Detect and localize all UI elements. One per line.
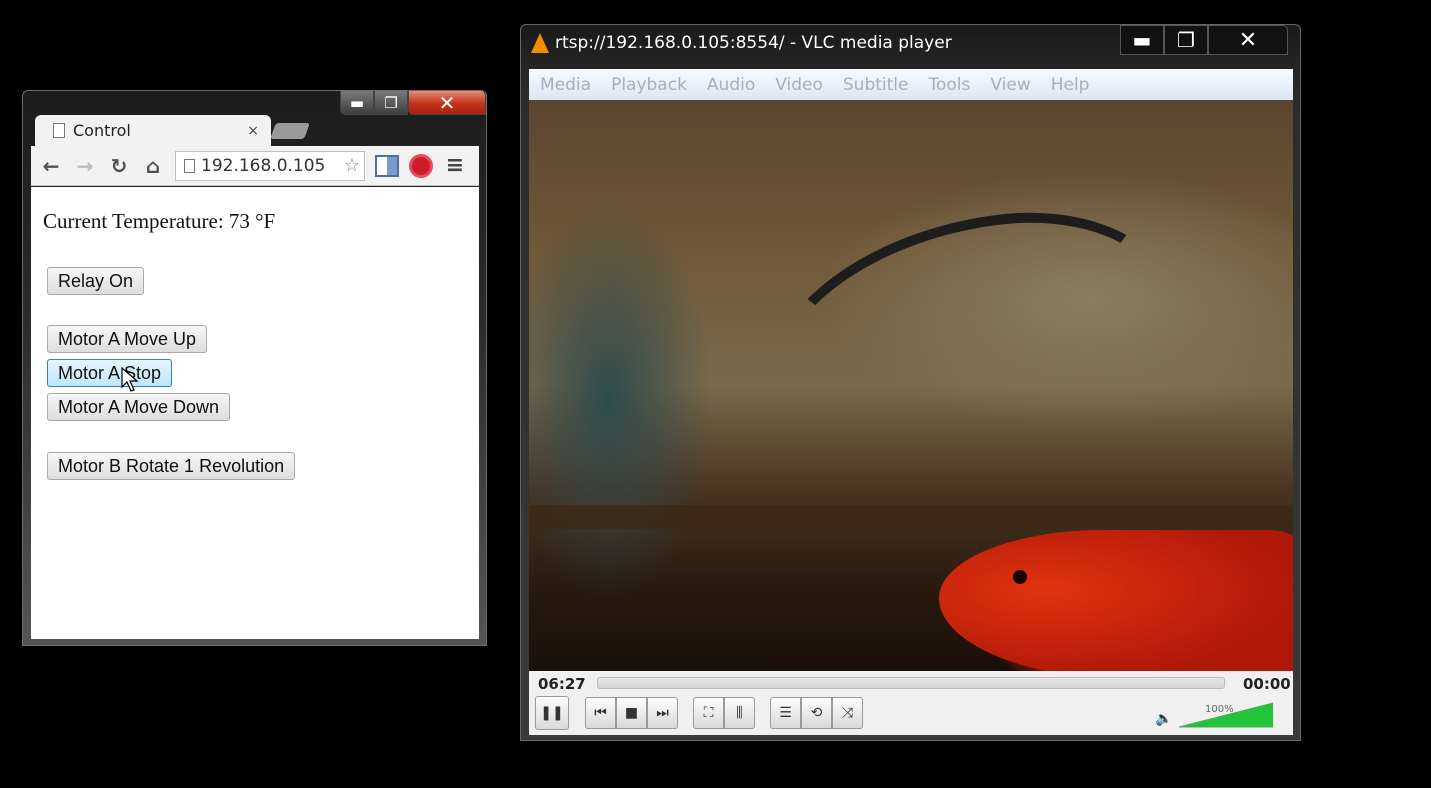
vlc-cone-icon [531, 33, 549, 53]
menu-subtitle[interactable]: Subtitle [843, 75, 909, 95]
speaker-icon[interactable]: 🔈 [1155, 711, 1172, 727]
video-tube [742, 192, 1196, 508]
page-icon [53, 123, 65, 138]
previous-button[interactable]: ⏮ [585, 697, 616, 729]
video-frame[interactable] [529, 100, 1293, 671]
extension-icon[interactable] [375, 154, 399, 177]
relay-on-button[interactable]: Relay On [47, 267, 145, 295]
minimize-button[interactable]: ▬ [1120, 25, 1164, 55]
video-fish [939, 530, 1293, 671]
motor-a-down-button[interactable]: Motor A Move Down [47, 393, 231, 421]
browser-tab[interactable]: Control × [35, 115, 271, 146]
loop-icon: ⟲ [810, 705, 823, 721]
maximize-button[interactable]: ❐ [1164, 25, 1208, 55]
playlist-icon: ☰ [779, 705, 792, 721]
menu-media[interactable]: Media [540, 75, 591, 95]
video-fish-eye [1013, 570, 1027, 584]
vlc-caption-buttons: ▬ ❐ ✕ [1120, 25, 1288, 55]
equalizer-icon: ⫼ [736, 705, 743, 721]
tab-close-icon[interactable]: × [247, 123, 259, 139]
menu-tools[interactable]: Tools [928, 75, 970, 95]
menu-help[interactable]: Help [1051, 75, 1090, 95]
pause-button[interactable]: ❚❚ [535, 696, 569, 730]
tab-title: Control [73, 121, 131, 140]
maximize-button[interactable]: ❐ [374, 91, 408, 115]
browser-caption-buttons: ▬ ❐ ✕ [340, 91, 486, 115]
shuffle-icon: ⤨ [841, 705, 854, 721]
fullscreen-button[interactable]: ⛶ [693, 697, 724, 729]
page-icon [184, 158, 195, 173]
elapsed-time: 06:27 [538, 675, 586, 693]
menu-playback[interactable]: Playback [611, 75, 687, 95]
stop-icon: ■ [624, 705, 639, 721]
motor-a-stop-button[interactable]: Motor A Stop [47, 359, 173, 387]
motor-a-up-button[interactable]: Motor A Move Up [47, 325, 208, 353]
opera-extension-icon[interactable] [409, 153, 433, 178]
forward-icon[interactable]: → [73, 154, 97, 178]
previous-icon: ⏮ [594, 705, 607, 721]
next-button[interactable]: ⏭ [647, 697, 678, 729]
playlist-button[interactable]: ☰ [770, 697, 801, 729]
stop-button[interactable]: ■ [616, 697, 647, 729]
vlc-title-text: rtsp://192.168.0.105:8554/ - VLC media p… [555, 33, 952, 53]
video-waterline [529, 505, 1293, 529]
fullscreen-icon: ⛶ [703, 705, 714, 721]
motor-b-rotate-button[interactable]: Motor B Rotate 1 Revolution [47, 452, 296, 480]
vlc-window: rtsp://192.168.0.105:8554/ - VLC media p… [520, 24, 1301, 741]
bookmark-star-icon[interactable]: ☆ [344, 155, 360, 176]
browser-window: ▬ ❐ ✕ Control × ← → ↻ ⌂ 192.168.0.105 ☆ … [22, 90, 487, 646]
transport-group: ⏮ ■ ⏭ [585, 697, 678, 729]
vlc-controls: 06:27 00:00 ❚❚ ⏮ ■ ⏭ ⛶ ⫼ ☰ ⟲ ⤨ 🔈 100% [529, 671, 1293, 735]
remaining-time[interactable]: 00:00 [1243, 675, 1291, 693]
back-icon[interactable]: ← [39, 154, 63, 178]
vlc-titlebar: rtsp://192.168.0.105:8554/ - VLC media p… [531, 33, 952, 53]
mouse-cursor-icon [121, 367, 139, 392]
vlc-menubar: Media Playback Audio Video Subtitle Tool… [529, 69, 1293, 100]
minimize-button[interactable]: ▬ [340, 91, 374, 115]
home-icon[interactable]: ⌂ [141, 154, 165, 178]
desktop: ▬ ❐ ✕ Control × ← → ↻ ⌂ 192.168.0.105 ☆ … [0, 0, 1431, 788]
address-text: 192.168.0.105 [201, 155, 326, 176]
close-button[interactable]: ✕ [1208, 25, 1288, 55]
new-tab-button[interactable] [270, 123, 310, 139]
view-group: ⛶ ⫼ [693, 697, 755, 729]
temperature-readout: Current Temperature: 73 °F [43, 209, 276, 233]
menu-audio[interactable]: Audio [707, 75, 755, 95]
random-button[interactable]: ⤨ [832, 697, 863, 729]
menu-video[interactable]: Video [775, 75, 823, 95]
extended-settings-button[interactable]: ⫼ [724, 697, 755, 729]
address-bar[interactable]: 192.168.0.105 ☆ [175, 150, 365, 181]
reload-icon[interactable]: ↻ [107, 154, 131, 178]
next-icon: ⏭ [656, 705, 669, 721]
menu-icon[interactable]: ≡ [443, 153, 467, 178]
pause-icon: ❚❚ [540, 705, 564, 721]
close-button[interactable]: ✕ [408, 91, 486, 115]
seek-bar[interactable] [597, 677, 1225, 689]
playlist-group: ☰ ⟲ ⤨ [770, 697, 863, 729]
volume-slider[interactable] [1179, 701, 1273, 729]
page-content: Current Temperature: 73 °F Relay On Moto… [31, 187, 479, 639]
loop-button[interactable]: ⟲ [801, 697, 832, 729]
menu-view[interactable]: View [990, 75, 1030, 95]
browser-toolbar: ← → ↻ ⌂ 192.168.0.105 ☆ ≡ [31, 146, 479, 186]
